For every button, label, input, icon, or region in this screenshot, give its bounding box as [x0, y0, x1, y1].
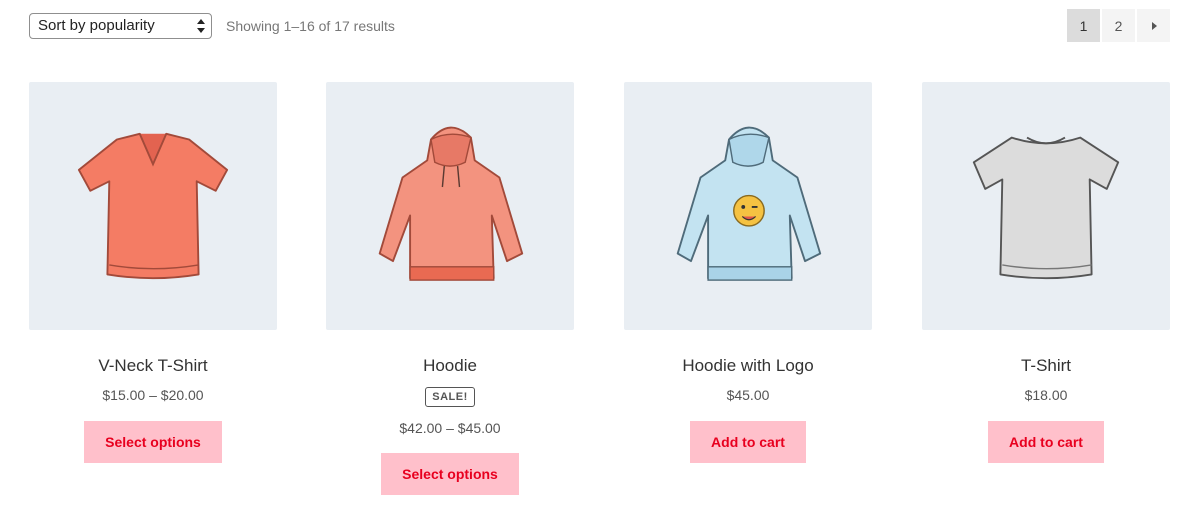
product-card-hoodie: Hoodie SALE! $42.00 – $45.00 Select opti…	[326, 82, 574, 495]
vneck-tshirt-illustration	[77, 132, 229, 280]
sale-badge: SALE!	[425, 387, 475, 407]
add-to-cart-button[interactable]: Add to cart	[988, 421, 1104, 463]
page-2-link[interactable]: 2	[1102, 9, 1135, 42]
product-card-tshirt: T-Shirt $18.00 Add to cart	[922, 82, 1170, 463]
product-price: $45.00	[726, 387, 770, 403]
product-title[interactable]: Hoodie with Logo	[624, 356, 872, 378]
triangle-right-icon	[1151, 21, 1157, 30]
product-price: $18.00	[1024, 387, 1068, 403]
product-title[interactable]: V-Neck T-Shirt	[29, 356, 277, 378]
product-card-vneck-tshirt: V-Neck T-Shirt $15.00 – $20.00 Select op…	[29, 82, 277, 463]
sort-select[interactable]: Sort by popularity	[29, 13, 212, 39]
product-image-hoodie-with-logo[interactable]	[624, 82, 872, 330]
product-image-tshirt[interactable]	[922, 82, 1170, 330]
hoodie-illustration	[378, 126, 524, 281]
add-to-cart-button[interactable]: Add to cart	[690, 421, 806, 463]
next-page-button[interactable]	[1137, 9, 1170, 42]
page-1-current[interactable]: 1	[1067, 9, 1100, 42]
product-price: $42.00 – $45.00	[399, 420, 501, 436]
product-title[interactable]: Hoodie	[326, 356, 574, 378]
select-arrows-icon	[197, 19, 205, 33]
pagination: 1 2	[1067, 9, 1170, 42]
product-card-hoodie-with-logo: Hoodie with Logo $45.00 Add to cart	[624, 82, 872, 463]
product-image-vneck-tshirt[interactable]	[29, 82, 277, 330]
product-image-hoodie[interactable]	[326, 82, 574, 330]
product-title[interactable]: T-Shirt	[922, 356, 1170, 378]
shop-toolbar: Sort by popularity Showing 1–16 of 17 re…	[29, 9, 1170, 43]
product-price: $15.00 – $20.00	[102, 387, 204, 403]
select-options-button[interactable]: Select options	[84, 421, 222, 463]
tshirt-illustration	[972, 136, 1120, 280]
sort-select-value: Sort by popularity	[38, 17, 155, 34]
result-count: Showing 1–16 of 17 results	[226, 18, 395, 34]
hoodie-logo-illustration	[676, 126, 822, 281]
select-options-button[interactable]: Select options	[381, 453, 519, 495]
